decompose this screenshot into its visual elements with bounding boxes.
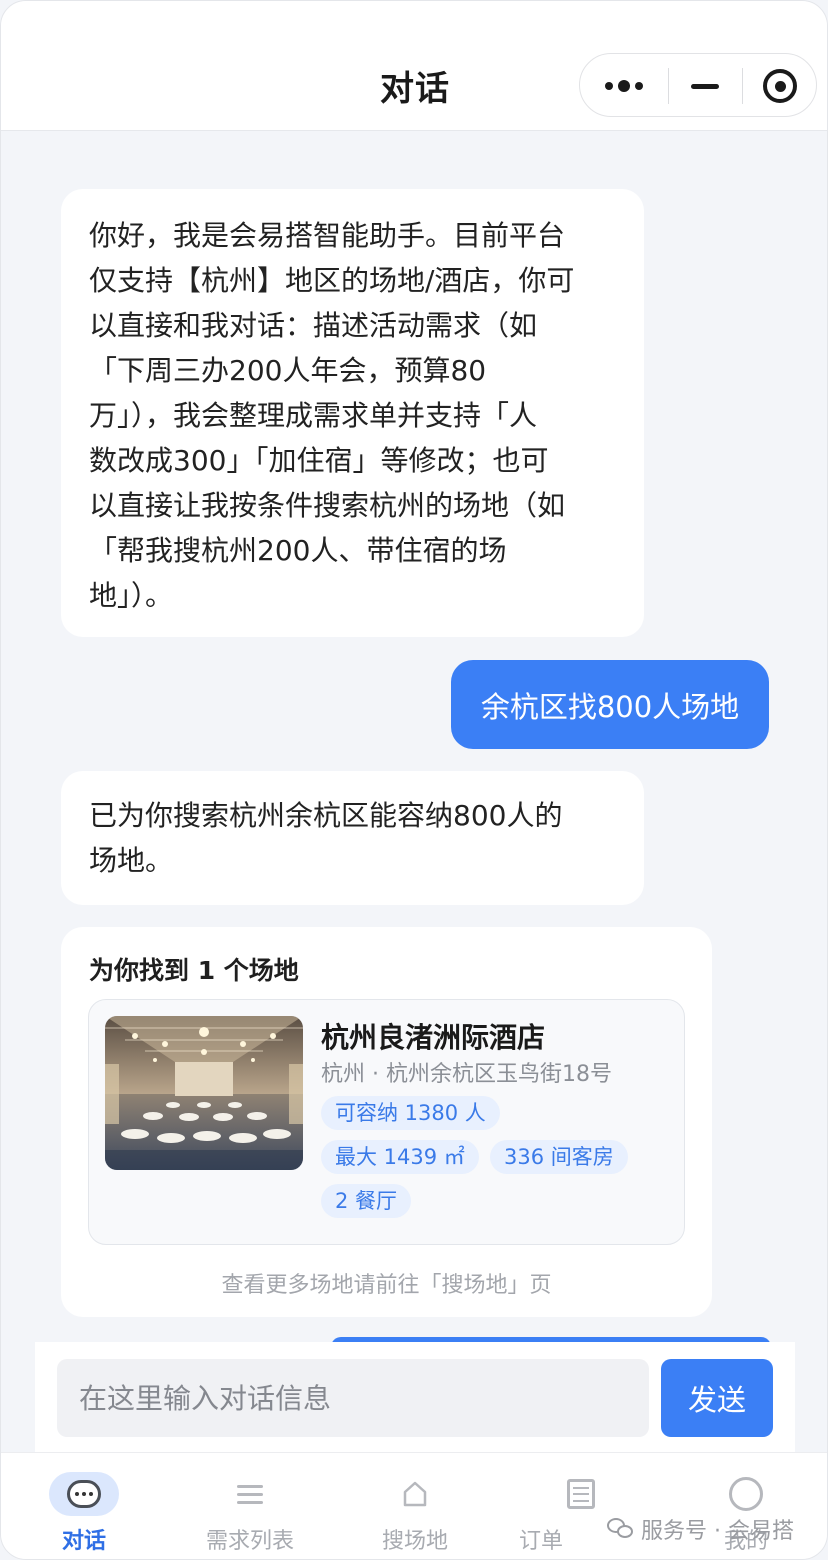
message-line: 你好，我是会易搭智能助手。目前平台 bbox=[89, 219, 566, 252]
capacity-tag: 可容纳 1380 人 bbox=[321, 1096, 500, 1130]
tab-label: 需求列表 bbox=[205, 1529, 294, 1554]
venue-photo bbox=[105, 1016, 303, 1170]
document-icon bbox=[567, 1479, 595, 1509]
message-line: 以直接让我按条件搜索杭州的场地（如 bbox=[89, 489, 566, 522]
bottom-tab-bar: 对话 需求列表 搜场地 订单 我的 服务号 · 会易搭 bbox=[1, 1452, 827, 1559]
tab-chat[interactable]: 对话 bbox=[1, 1453, 167, 1559]
venue-name: 杭州良渚洲际酒店 bbox=[321, 1021, 546, 1054]
mini-program-capsule bbox=[579, 53, 817, 117]
message-line: 已为你搜索杭州余杭区能容纳800人的 bbox=[89, 799, 563, 832]
minimize-button[interactable] bbox=[668, 54, 742, 118]
app-frame: 对话 你好，我是会易搭智能助手。目前平台 仅支持【杭州】地区的场地/酒店，你可 … bbox=[0, 0, 828, 1560]
home-icon bbox=[403, 1481, 427, 1507]
watermark-text: 服务号 · 会易搭 bbox=[641, 1519, 794, 1544]
more-icon bbox=[605, 80, 643, 92]
profile-icon bbox=[729, 1477, 763, 1511]
result-count-title: 为你找到 1 个场地 bbox=[89, 956, 299, 985]
more-button[interactable] bbox=[580, 54, 668, 118]
tab-label: 对话 bbox=[61, 1529, 106, 1554]
message-line: 地」）。 bbox=[89, 579, 174, 612]
nav-header: 对话 bbox=[1, 1, 827, 131]
list-icon bbox=[237, 1484, 263, 1504]
message-line: 数改成300」「加住宿」等修改；也可 bbox=[89, 444, 549, 477]
assistant-reply-bubble: 已为你搜索杭州余杭区能容纳800人的 场地。 bbox=[61, 771, 644, 905]
more-venues-hint: 查看更多场地请前往「搜场地」页 bbox=[221, 1273, 552, 1298]
venue-item[interactable]: 杭州良渚洲际酒店 杭州 · 杭州余杭区玉鸟街18号 可容纳 1380 人 最大 … bbox=[88, 999, 685, 1245]
venue-address: 杭州 · 杭州余杭区玉鸟街18号 bbox=[321, 1062, 612, 1087]
close-button[interactable] bbox=[742, 54, 818, 118]
wechat-icon bbox=[607, 1518, 635, 1540]
send-button[interactable]: 发送 bbox=[661, 1359, 773, 1437]
user-message-bubble: 余杭区找800人场地 bbox=[451, 660, 769, 749]
watermark: 服务号 · 会易搭 bbox=[607, 1513, 794, 1545]
venue-result-card: 为你找到 1 个场地 杭州良渚洲际酒店 杭州 · 杭州余杭区玉鸟街18号 可容纳… bbox=[61, 927, 712, 1317]
message-line: 「帮我搜杭州200人、带住宿的场 bbox=[89, 534, 507, 567]
message-line: 以直接和我对话：描述活动需求（如 bbox=[89, 309, 538, 342]
composer-bar: 发送 bbox=[35, 1342, 795, 1452]
tab-search-venue[interactable]: 搜场地 bbox=[332, 1453, 498, 1559]
tab-requirements[interactable]: 需求列表 bbox=[167, 1453, 333, 1559]
message-input[interactable] bbox=[57, 1359, 649, 1437]
tab-label: 搜场地 bbox=[381, 1529, 448, 1554]
minimize-icon bbox=[691, 83, 719, 89]
rooms-tag: 336 间客房 bbox=[490, 1140, 628, 1174]
chat-bubble-icon bbox=[49, 1472, 119, 1516]
message-line: 万」），我会整理成需求单并支持「人 bbox=[89, 399, 538, 432]
message-line: 「下周三办200人年会，预算80 bbox=[89, 354, 487, 387]
area-tag: 最大 1439 ㎡ bbox=[321, 1140, 479, 1174]
message-line: 场地。 bbox=[89, 844, 174, 877]
restaurants-tag: 2 餐厅 bbox=[321, 1184, 412, 1218]
assistant-greeting-bubble: 你好，我是会易搭智能助手。目前平台 仅支持【杭州】地区的场地/酒店，你可 以直接… bbox=[61, 189, 644, 637]
message-line: 仅支持【杭州】地区的场地/酒店，你可 bbox=[89, 264, 575, 297]
close-target-icon bbox=[763, 69, 797, 103]
